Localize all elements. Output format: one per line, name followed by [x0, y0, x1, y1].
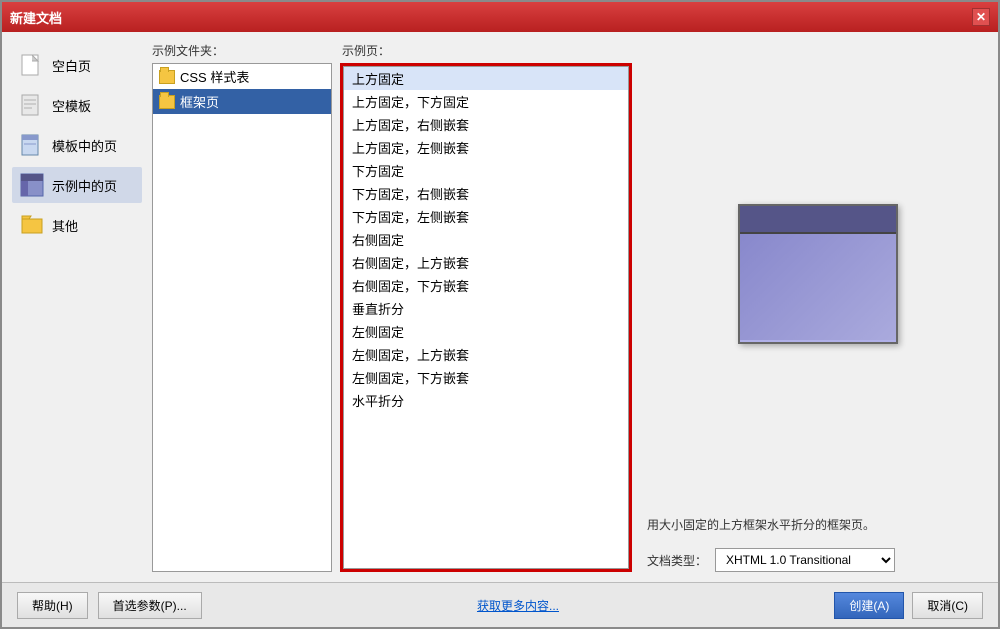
folder-panel: 示例文件夹： CSS 样式表 框架页: [152, 42, 332, 572]
page-label-1: 上方固定，下方固定: [352, 95, 469, 110]
middle-row: 示例文件夹： CSS 样式表 框架页 示例页：: [152, 42, 632, 572]
page-item-8[interactable]: 右侧固定，上方嵌套: [344, 251, 628, 274]
page-label-12: 左侧固定，上方嵌套: [352, 348, 469, 363]
blank-page-icon: [20, 53, 44, 77]
page-label-4: 下方固定: [352, 164, 404, 179]
page-item-11[interactable]: 左侧固定: [344, 320, 628, 343]
page-label-6: 下方固定，左侧嵌套: [352, 210, 469, 225]
page-item-12[interactable]: 左侧固定，上方嵌套: [344, 343, 628, 366]
sample-page-icon: [20, 173, 44, 197]
page-item-0[interactable]: 上方固定: [344, 67, 628, 90]
page-label-9: 右侧固定，下方嵌套: [352, 279, 469, 294]
folder-item-css[interactable]: CSS 样式表: [153, 64, 331, 89]
sidebar-label-blank-page: 空白页: [52, 56, 91, 75]
preview-description: 用大小固定的上方框架水平折分的框架页。: [647, 516, 988, 533]
cancel-button[interactable]: 取消(C): [912, 592, 983, 619]
page-item-10[interactable]: 垂直折分: [344, 297, 628, 320]
preview-content: [740, 234, 896, 340]
page-item-6[interactable]: 下方固定，左侧嵌套: [344, 205, 628, 228]
folder-frames-icon: [159, 95, 175, 109]
page-item-2[interactable]: 上方固定，右侧嵌套: [344, 113, 628, 136]
folder-css-label: CSS 样式表: [180, 67, 249, 86]
doctype-row: 文档类型： XHTML 1.0 Transitional XHTML 1.0 S…: [647, 548, 988, 572]
sidebar-label-other: 其他: [52, 216, 78, 235]
dialog-title: 新建文档: [10, 8, 62, 27]
close-button[interactable]: ✕: [972, 8, 990, 26]
doctype-label: 文档类型：: [647, 552, 707, 569]
pages-panel-label: 示例页：: [340, 42, 632, 59]
preview-top-bar: [740, 206, 896, 234]
sidebar-item-blank-template[interactable]: 空模板: [12, 87, 142, 123]
page-template-icon: [20, 133, 44, 157]
pages-list[interactable]: 上方固定 上方固定，下方固定 上方固定，右侧嵌套 上方固定，左侧嵌套: [343, 66, 629, 569]
page-item-5[interactable]: 下方固定，右侧嵌套: [344, 182, 628, 205]
pages-wrapper: 示例页： 上方固定 上方固定，下方固定 上方固定，右侧嵌套: [340, 42, 632, 572]
dialog-footer: 帮助(H) 首选参数(P)... 获取更多内容... 创建(A) 取消(C): [2, 582, 998, 627]
page-label-11: 左侧固定: [352, 325, 404, 340]
sidebar-label-blank-template: 空模板: [52, 96, 91, 115]
preview-area: [647, 42, 988, 506]
folder-css-icon: [159, 70, 175, 84]
page-item-9[interactable]: 右侧固定，下方嵌套: [344, 274, 628, 297]
prefs-button[interactable]: 首选参数(P)...: [98, 592, 202, 619]
doctype-select[interactable]: XHTML 1.0 Transitional XHTML 1.0 Strict …: [715, 548, 895, 572]
preview-image: [738, 204, 898, 344]
page-label-0: 上方固定: [352, 72, 404, 87]
page-item-7[interactable]: 右侧固定: [344, 228, 628, 251]
sidebar-label-sample-page: 示例中的页: [52, 176, 117, 195]
page-label-8: 右侧固定，上方嵌套: [352, 256, 469, 271]
sidebar-item-page-template[interactable]: 模板中的页: [12, 127, 142, 163]
footer-right: 创建(A) 取消(C): [834, 592, 983, 619]
folder-list[interactable]: CSS 样式表 框架页: [152, 63, 332, 572]
page-label-5: 下方固定，右侧嵌套: [352, 187, 469, 202]
page-item-4[interactable]: 下方固定: [344, 159, 628, 182]
page-item-13[interactable]: 左侧固定，下方嵌套: [344, 366, 628, 389]
page-label-3: 上方固定，左侧嵌套: [352, 141, 469, 156]
footer-left: 帮助(H) 首选参数(P)...: [17, 592, 202, 619]
right-section: 用大小固定的上方框架水平折分的框架页。 文档类型： XHTML 1.0 Tran…: [642, 42, 988, 572]
sidebar-item-blank-page[interactable]: 空白页: [12, 47, 142, 83]
page-item-1[interactable]: 上方固定，下方固定: [344, 90, 628, 113]
new-document-dialog: 新建文档 ✕ 空白页: [0, 0, 1000, 629]
folder-item-frames[interactable]: 框架页: [153, 89, 331, 114]
help-button[interactable]: 帮助(H): [17, 592, 88, 619]
page-label-14: 水平折分: [352, 394, 404, 409]
other-icon: [20, 213, 44, 237]
page-label-13: 左侧固定，下方嵌套: [352, 371, 469, 386]
dialog-body: 空白页 空模板: [2, 32, 998, 582]
left-sidebar: 空白页 空模板: [12, 42, 142, 572]
get-more-button[interactable]: 获取更多内容...: [477, 597, 559, 614]
middle-section: 示例文件夹： CSS 样式表 框架页 示例页：: [152, 42, 632, 572]
sidebar-label-page-template: 模板中的页: [52, 136, 117, 155]
page-label-10: 垂直折分: [352, 302, 404, 317]
title-bar: 新建文档 ✕: [2, 2, 998, 32]
preview-main: [740, 234, 896, 340]
page-item-3[interactable]: 上方固定，左侧嵌套: [344, 136, 628, 159]
folder-frames-label: 框架页: [180, 92, 219, 111]
create-button[interactable]: 创建(A): [834, 592, 904, 619]
pages-outer-border: 上方固定 上方固定，下方固定 上方固定，右侧嵌套 上方固定，左侧嵌套: [340, 63, 632, 572]
footer-center: 获取更多内容...: [202, 597, 835, 614]
page-item-14[interactable]: 水平折分: [344, 389, 628, 412]
sidebar-item-sample-page[interactable]: 示例中的页: [12, 167, 142, 203]
blank-template-icon: [20, 93, 44, 117]
folder-panel-label: 示例文件夹：: [152, 42, 332, 59]
page-label-7: 右侧固定: [352, 233, 404, 248]
sidebar-item-other[interactable]: 其他: [12, 207, 142, 243]
page-label-2: 上方固定，右侧嵌套: [352, 118, 469, 133]
